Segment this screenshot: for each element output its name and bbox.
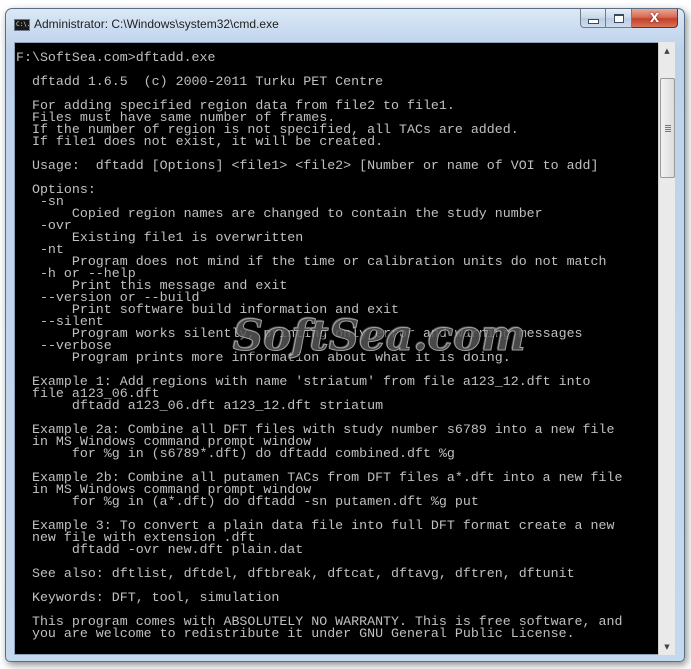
- console-line: for %g in (a*.dft) do dftadd -sn putamen…: [16, 494, 479, 509]
- console-output[interactable]: F:\SoftSea.com>dftadd.exe dftadd 1.6.5 (…: [14, 42, 659, 655]
- close-button[interactable]: X: [632, 9, 678, 28]
- window-title: Administrator: C:\Windows\system32\cmd.e…: [34, 17, 279, 31]
- console-line: Usage: dftadd [Options] <file1> <file2> …: [16, 158, 599, 173]
- console-line: Copied region names are changed to conta…: [16, 206, 543, 221]
- console-line: dftadd 1.6.5 (c) 2000-2011 Turku PET Cen…: [16, 74, 384, 89]
- console-text: F:\SoftSea.com>dftadd.exe dftadd 1.6.5 (…: [16, 50, 622, 641]
- maximize-icon: [613, 13, 624, 23]
- scroll-down-button[interactable]: ▼: [659, 638, 675, 655]
- cmd-window: C:\. Administrator: C:\Windows\system32\…: [5, 8, 685, 662]
- console-line: Options:: [16, 182, 96, 197]
- grip-icon: [664, 124, 671, 132]
- console-line: you are welcome to redistribute it under…: [16, 626, 575, 641]
- console-line: dftadd a123_06.dft a123_12.dft striatum: [16, 398, 384, 413]
- console-line: Existing file1 is overwritten: [16, 230, 304, 245]
- maximize-button[interactable]: [606, 9, 632, 28]
- scrollbar-thumb[interactable]: [660, 78, 675, 178]
- console-line: dftadd -ovr new.dft plain.dat: [16, 542, 304, 557]
- vertical-scrollbar[interactable]: ▲ ▼: [658, 42, 675, 655]
- scroll-up-button[interactable]: ▲: [659, 42, 675, 59]
- title-bar[interactable]: C:\. Administrator: C:\Windows\system32\…: [6, 9, 684, 41]
- console-line: Keywords: DFT, tool, simulation: [16, 590, 280, 605]
- window-controls: X: [580, 9, 678, 29]
- console-line: Program prints more information about wh…: [16, 350, 511, 365]
- console-line: for %g in (s6789*.dft) do dftadd combine…: [16, 446, 455, 461]
- cmd-icon[interactable]: C:\.: [14, 19, 30, 31]
- console-line: If file1 does not exist, it will be crea…: [16, 134, 384, 149]
- arrow-down-icon: ▼: [664, 642, 670, 651]
- minimize-button[interactable]: [580, 9, 606, 28]
- console-line: F:\SoftSea.com>dftadd.exe: [16, 50, 216, 65]
- console-line: Print software build information and exi…: [16, 302, 400, 317]
- close-icon: X: [649, 11, 660, 25]
- arrow-up-icon: ▲: [664, 46, 670, 55]
- console-line: See also: dftlist, dftdel, dftbreak, dft…: [16, 566, 575, 581]
- minimize-icon: [587, 18, 599, 24]
